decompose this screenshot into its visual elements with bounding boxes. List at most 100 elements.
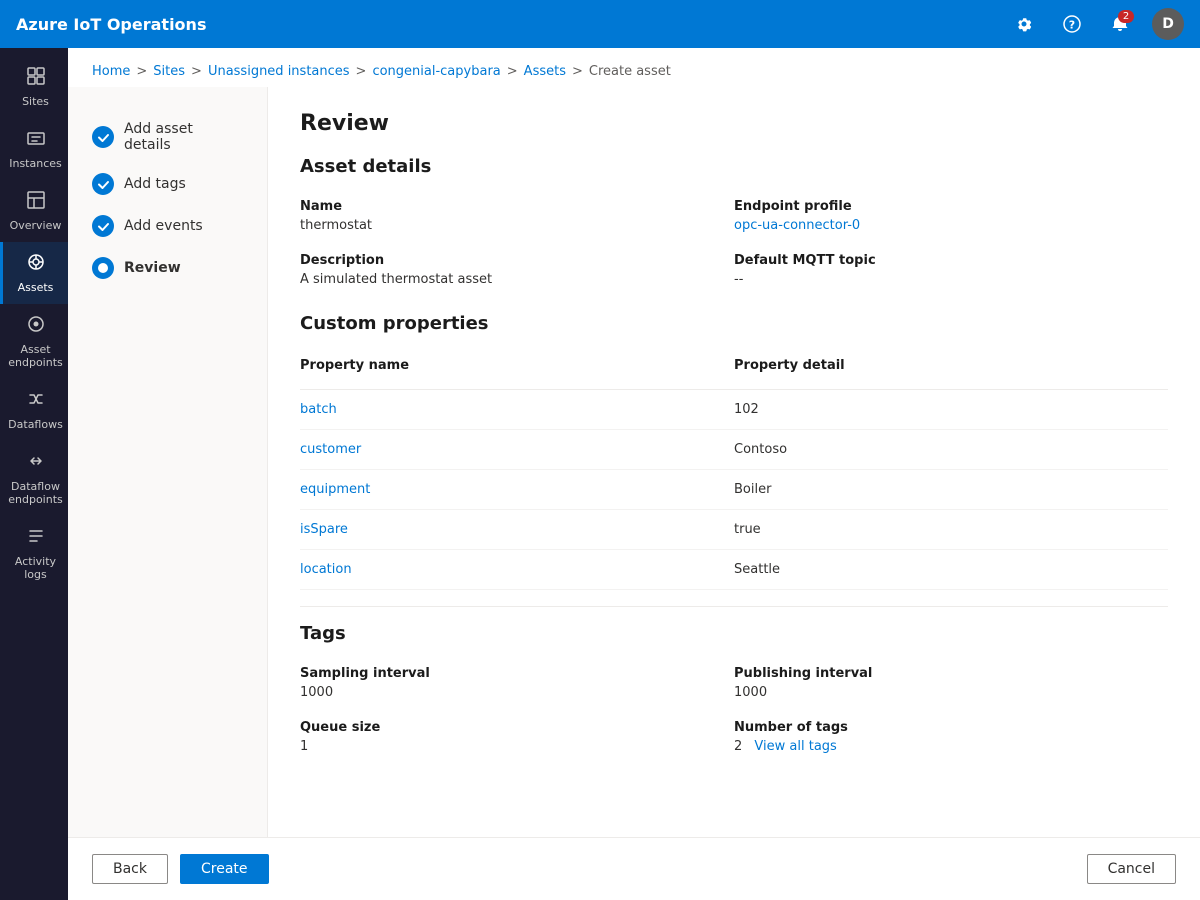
create-button[interactable]: Create <box>180 854 269 884</box>
step-circle-4 <box>92 257 114 279</box>
property-detail-header: Property detail <box>734 350 1168 381</box>
step-circle-3 <box>92 215 114 237</box>
step-circle-2 <box>92 173 114 195</box>
prop-value-isspare: true <box>734 522 1168 537</box>
asset-endpoints-icon <box>26 314 46 339</box>
sidebar-label-dataflows: Dataflows <box>8 418 63 431</box>
sidebar-label-overview: Overview <box>10 219 62 232</box>
number-of-tags-cell: Number of tags 2 View all tags <box>734 714 1168 768</box>
sampling-interval-label: Sampling interval <box>300 666 734 681</box>
asset-details-grid: Name thermostat Endpoint profile opc-ua-… <box>300 193 1168 301</box>
help-button[interactable]: ? <box>1056 8 1088 40</box>
dataflows-icon <box>26 389 46 414</box>
instances-icon <box>26 128 46 153</box>
step-add-tags[interactable]: Add tags <box>84 163 251 205</box>
step-add-events[interactable]: Add events <box>84 205 251 247</box>
prop-name-batch: batch <box>300 402 734 417</box>
view-all-tags-link[interactable]: View all tags <box>754 739 836 754</box>
step-add-asset-details[interactable]: Add asset details <box>84 111 251 163</box>
active-dot <box>98 263 108 273</box>
help-icon: ? <box>1063 15 1081 33</box>
custom-properties-header: Property name Property detail <box>300 350 1168 390</box>
tags-section-title: Tags <box>300 623 1168 644</box>
name-label: Name <box>300 199 734 214</box>
table-row: batch 102 <box>300 390 1168 430</box>
name-cell: Name thermostat <box>300 193 734 247</box>
prop-value-location: Seattle <box>734 562 1168 577</box>
step-review[interactable]: Review <box>84 247 251 289</box>
cancel-button[interactable]: Cancel <box>1087 854 1176 884</box>
prop-value-batch: 102 <box>734 402 1168 417</box>
sidebar-item-asset-endpoints[interactable]: Asset endpoints <box>0 304 68 379</box>
overview-icon <box>26 190 46 215</box>
footer: Back Create Cancel <box>68 837 1200 900</box>
asset-details-section-title: Asset details <box>300 156 1168 177</box>
prop-name-isspare: isSpare <box>300 522 734 537</box>
mqtt-topic-label: Default MQTT topic <box>734 253 1168 268</box>
queue-size-cell: Queue size 1 <box>300 714 734 768</box>
sidebar-item-dataflow-endpoints[interactable]: Dataflow endpoints <box>0 441 68 516</box>
table-row: customer Contoso <box>300 430 1168 470</box>
sidebar-label-assets: Assets <box>18 281 54 294</box>
svg-text:?: ? <box>1069 19 1075 32</box>
prop-name-equipment: equipment <box>300 482 734 497</box>
table-row: location Seattle <box>300 550 1168 590</box>
sidebar-item-assets[interactable]: Assets <box>0 242 68 304</box>
step-label-4: Review <box>124 260 181 276</box>
number-of-tags-value: 2 View all tags <box>734 739 1168 754</box>
review-title: Review <box>300 111 1168 136</box>
property-name-header: Property name <box>300 350 734 381</box>
app-title: Azure IoT Operations <box>16 15 996 34</box>
publishing-interval-cell: Publishing interval 1000 <box>734 660 1168 714</box>
mqtt-topic-value: -- <box>734 272 1168 287</box>
prop-name-location: location <box>300 562 734 577</box>
endpoint-profile-cell: Endpoint profile opc-ua-connector-0 <box>734 193 1168 247</box>
name-value: thermostat <box>300 218 734 233</box>
sampling-interval-value: 1000 <box>300 685 734 700</box>
top-navigation: Azure IoT Operations ? 2 D <box>0 0 1200 48</box>
endpoint-profile-value: opc-ua-connector-0 <box>734 218 1168 233</box>
table-row: equipment Boiler <box>300 470 1168 510</box>
breadcrumb-congenial-capybara[interactable]: congenial-capybara <box>372 64 500 79</box>
sidebar-label-sites: Sites <box>22 95 49 108</box>
sidebar-label-instances: Instances <box>9 157 62 170</box>
sidebar-item-dataflows[interactable]: Dataflows <box>0 379 68 441</box>
checkmark-icon-3 <box>97 220 110 233</box>
publishing-interval-value: 1000 <box>734 685 1168 700</box>
sidebar-item-overview[interactable]: Overview <box>0 180 68 242</box>
inner-layout: Add asset details Add tags <box>68 87 1200 837</box>
settings-button[interactable] <box>1008 8 1040 40</box>
breadcrumb: Home > Sites > Unassigned instances > co… <box>68 48 1200 87</box>
sidebar-label-asset-endpoints: Asset endpoints <box>7 343 64 369</box>
number-of-tags-label: Number of tags <box>734 720 1168 735</box>
custom-properties-table: Property name Property detail batch 102 … <box>300 350 1168 590</box>
description-label: Description <box>300 253 734 268</box>
review-panel: Review Asset details Name thermostat End… <box>268 87 1200 837</box>
breadcrumb-home[interactable]: Home <box>92 64 130 79</box>
breadcrumb-assets[interactable]: Assets <box>524 64 566 79</box>
back-button[interactable]: Back <box>92 854 168 884</box>
user-avatar[interactable]: D <box>1152 8 1184 40</box>
sidebar-item-activity-logs[interactable]: Activity logs <box>0 516 68 591</box>
content-area: Home > Sites > Unassigned instances > co… <box>68 48 1200 900</box>
gear-icon <box>1015 15 1033 33</box>
breadcrumb-unassigned-instances[interactable]: Unassigned instances <box>208 64 350 79</box>
breadcrumb-sites[interactable]: Sites <box>153 64 185 79</box>
prop-value-customer: Contoso <box>734 442 1168 457</box>
prop-name-customer: customer <box>300 442 734 457</box>
step-label-3: Add events <box>124 218 203 234</box>
sampling-interval-cell: Sampling interval 1000 <box>300 660 734 714</box>
sidebar-item-sites[interactable]: Sites <box>0 56 68 118</box>
publishing-interval-label: Publishing interval <box>734 666 1168 681</box>
step-label-1: Add asset details <box>124 121 243 153</box>
notifications-button[interactable]: 2 <box>1104 8 1136 40</box>
section-divider <box>300 606 1168 607</box>
step-circle-1 <box>92 126 114 148</box>
sidebar: Sites Instances Overview <box>0 48 68 900</box>
description-value: A simulated thermostat asset <box>300 272 734 287</box>
endpoint-profile-label: Endpoint profile <box>734 199 1168 214</box>
sidebar-item-instances[interactable]: Instances <box>0 118 68 180</box>
activity-logs-icon <box>26 526 46 551</box>
queue-size-label: Queue size <box>300 720 734 735</box>
table-row: isSpare true <box>300 510 1168 550</box>
